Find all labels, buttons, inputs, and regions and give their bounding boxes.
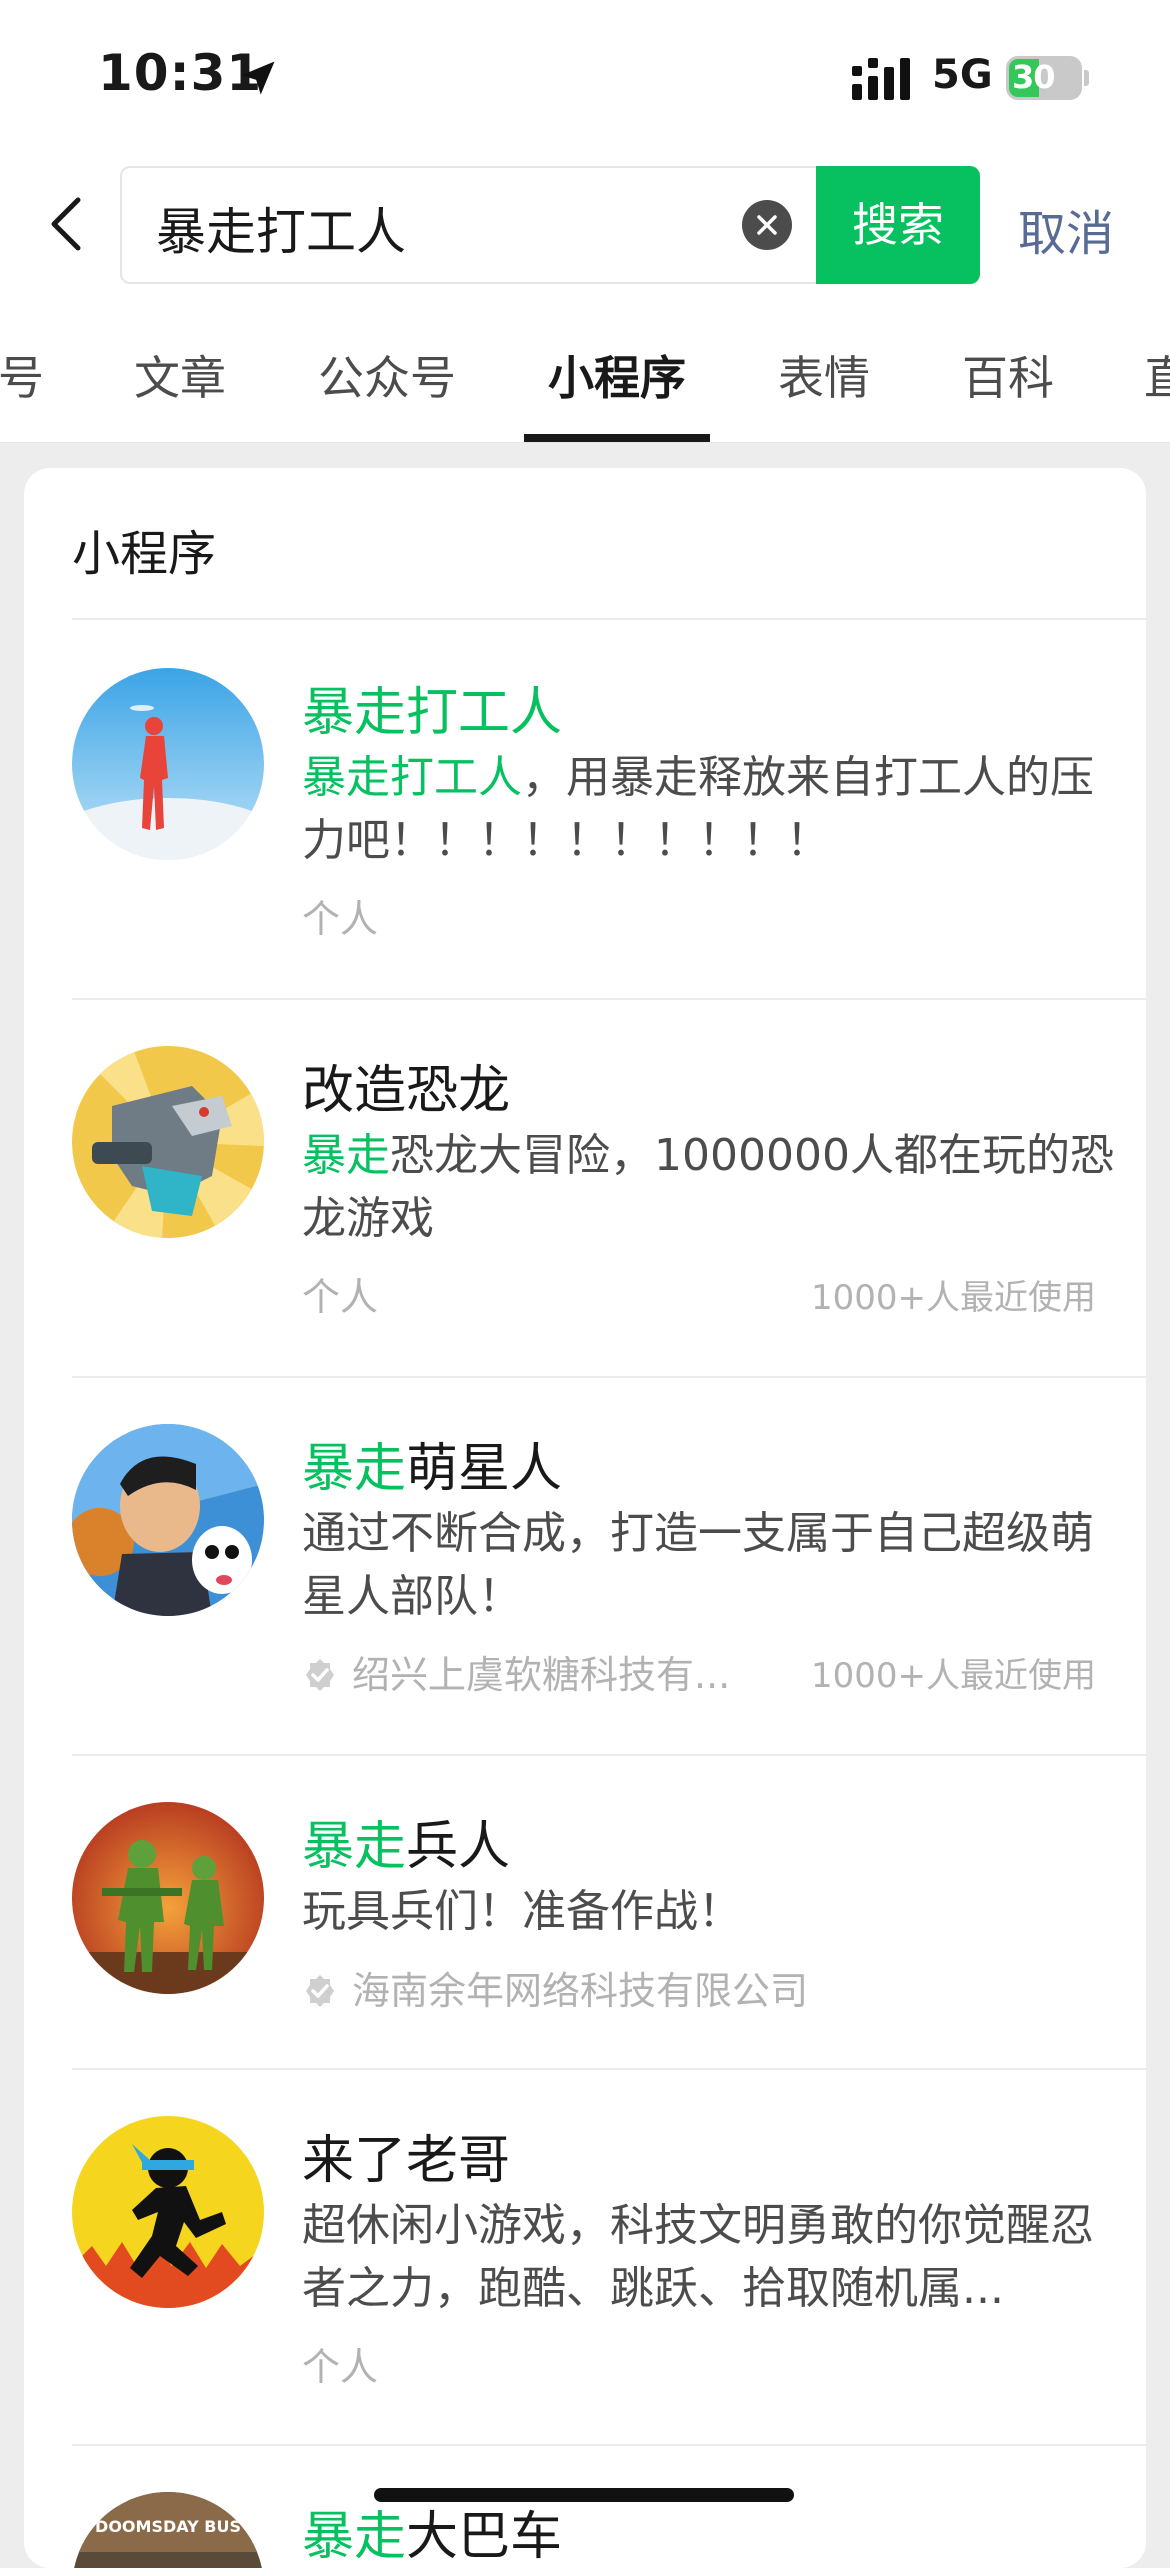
recent-users-count: 1000+人最近使用: [810, 1656, 1096, 1696]
active-tab-indicator: [524, 434, 710, 442]
tab-account[interactable]: 号: [0, 342, 44, 408]
cancel-button[interactable]: 取消: [1018, 194, 1114, 264]
cartoon-man-with-panda-icon: [72, 1424, 264, 1616]
location-arrow-icon: [241, 61, 275, 95]
result-item[interactable]: DOOMSDAY BUS 暴走大巴车: [24, 2444, 1146, 2568]
verified-badge-icon: [306, 1975, 334, 2007]
result-item[interactable]: 改造恐龙 暴走恐龙大冒险，1000000人都在玩的恐龙游戏 个人 1000+人最…: [24, 998, 1146, 1374]
result-description: 通过不断合成，打造一支属于自己超级萌星人部队！: [302, 1508, 1094, 1622]
battery-icon: 30: [1006, 56, 1089, 100]
result-item[interactable]: 暴走萌星人 通过不断合成，打造一支属于自己超级萌星人部队！ 绍兴上虞软糖科技有.…: [24, 1376, 1146, 1752]
results-card: 小程序 暴走打工人 暴走打工人，用暴走释放来自打工人的压力吧！！！！！！！！！！…: [24, 468, 1146, 2568]
result-title: 兵人: [406, 1817, 511, 1877]
result-title: 萌星人: [406, 1439, 563, 1499]
result-title: 改造恐龙: [302, 1061, 511, 1121]
toy-soldiers-icon: [72, 1802, 264, 1994]
result-title-highlight: 暴走: [302, 1439, 407, 1499]
result-item[interactable]: 暴走兵人 玩具兵们！准备作战！ 海南余年网络科技有限公司: [24, 1754, 1146, 2068]
tab-articles[interactable]: 文章: [134, 342, 226, 408]
verified-badge-icon: [306, 1659, 334, 1691]
search-button[interactable]: 搜索: [816, 166, 980, 284]
ninja-runner-icon: [72, 2116, 264, 2308]
result-owner: 个人: [302, 1275, 379, 1319]
recent-users-count: 1000+人最近使用: [810, 1278, 1096, 1318]
result-title-highlight: 暴走: [302, 1817, 407, 1877]
tab-mini-programs[interactable]: 小程序: [548, 342, 686, 408]
result-desc-highlight: 暴走打工人: [302, 752, 522, 803]
result-desc-highlight: 暴走: [302, 1130, 390, 1181]
network-type: 5G: [932, 52, 993, 98]
result-owner: 海南余年网络科技有限公司: [302, 1960, 808, 2015]
red-runner-icon: [72, 668, 264, 860]
result-item[interactable]: 来了老哥 超休闲小游戏，科技文明勇敢的你觉醒忍者之力，跑酷、跳跃、拾取随机属..…: [24, 2068, 1146, 2442]
owner-name: 海南余年网络科技有限公司: [352, 1969, 809, 2013]
result-owner: 绍兴上虞软糖科技有...: [302, 1644, 730, 1699]
tab-encyclopedia[interactable]: 百科: [962, 342, 1054, 408]
owner-name: 绍兴上虞软糖科技有...: [352, 1653, 731, 1697]
bus-logo-text: DOOMSDAY BUS: [95, 2517, 241, 2536]
result-description: 恐龙大冒险，1000000人都在玩的恐龙游戏: [302, 1130, 1114, 1244]
robot-dinosaur-icon: [72, 1046, 264, 1238]
result-owner: 个人: [302, 2345, 379, 2389]
result-title: 来了老哥: [302, 2131, 511, 2191]
result-description: 玩具兵们！准备作战！: [302, 1886, 742, 1937]
clear-search-icon[interactable]: [742, 200, 792, 250]
search-header: 暴走打工人 搜索 取消: [0, 150, 1170, 300]
tab-official-accounts[interactable]: 公众号: [318, 342, 456, 408]
result-owner: 个人: [302, 897, 379, 941]
home-indicator[interactable]: [374, 2488, 794, 2502]
doomsday-bus-icon: DOOMSDAY BUS: [72, 2492, 264, 2568]
result-title-highlight: 暴走: [302, 2507, 407, 2567]
section-title: 小程序: [72, 526, 217, 582]
tab-live[interactable]: 直: [1144, 342, 1170, 408]
result-item[interactable]: 暴走打工人 暴走打工人，用暴走释放来自打工人的压力吧！！！！！！！！！！ 个人: [24, 620, 1146, 996]
result-title-highlight: 暴走打工人: [302, 683, 563, 743]
category-tabs: 号 文章 公众号 小程序 表情 百科 直: [0, 300, 1170, 443]
cellular-signal-icon: [852, 58, 910, 100]
back-chevron-icon[interactable]: [46, 194, 86, 254]
result-description: 超休闲小游戏，科技文明勇敢的你觉醒忍者之力，跑酷、跳跃、拾取随机属...: [302, 2200, 1094, 2314]
status-bar: 10:31 5G 30: [0, 0, 1170, 150]
result-title: 大巴车: [406, 2507, 563, 2567]
tab-stickers[interactable]: 表情: [778, 342, 870, 408]
battery-level: 30: [1012, 58, 1056, 96]
search-input[interactable]: 暴走打工人: [156, 192, 406, 264]
